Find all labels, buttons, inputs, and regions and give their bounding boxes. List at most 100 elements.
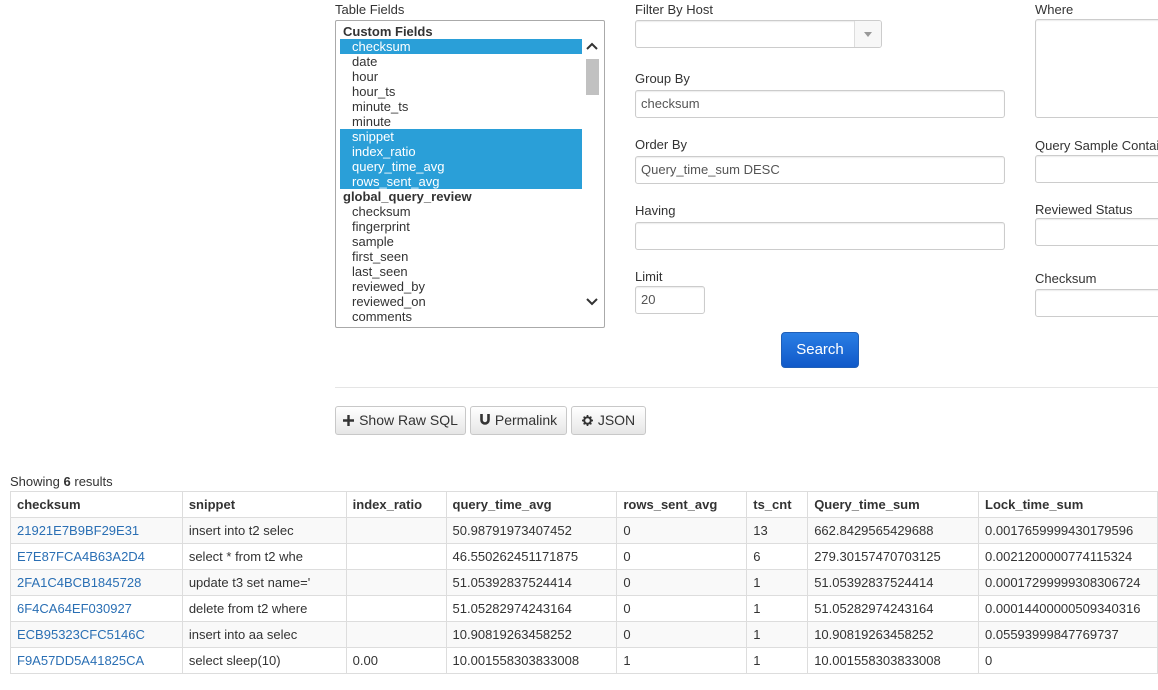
field-option[interactable]: reviewed_by xyxy=(340,279,582,294)
table-cell: 10.001558303833008 xyxy=(445,647,618,674)
table-cell: 0.00017299999308306724 xyxy=(978,569,1158,596)
table-cell: 0.0021200000774115324 xyxy=(978,543,1158,570)
field-option[interactable]: checksum xyxy=(340,204,582,219)
table-cell: 21921E7B9BF29E31 xyxy=(10,517,183,544)
table-cell: 2FA1C4BCB1845728 xyxy=(10,569,183,596)
scroll-down-arrow-icon[interactable] xyxy=(586,295,598,307)
field-option[interactable]: date xyxy=(340,54,582,69)
reviewed-status-select[interactable] xyxy=(1035,218,1158,246)
reviewed-status-label: Reviewed Status xyxy=(1035,202,1133,217)
table-cell: 0.00014400000509340316 xyxy=(978,595,1158,622)
where-textarea[interactable] xyxy=(1035,19,1158,118)
field-option[interactable]: first_seen xyxy=(340,249,582,264)
table-cell: delete from t2 where xyxy=(181,595,347,622)
checksum-label: Checksum xyxy=(1035,271,1097,286)
table-cell: F9A57DD5A41825CA xyxy=(10,647,183,674)
plus-icon xyxy=(343,407,355,434)
table-row: 6F4CA64EF030927 delete from t2 where 51.05… xyxy=(10,595,1158,622)
column-header[interactable]: query_time_avg xyxy=(445,491,618,518)
table-cell: 1 xyxy=(746,647,809,674)
table-cell: 0.0017659999430179596 xyxy=(978,517,1158,544)
checksum-link[interactable]: E7E87FCA4B63A2D4 xyxy=(17,549,145,564)
field-option[interactable]: query_time_avg xyxy=(340,159,582,174)
table-cell: select * from t2 whe xyxy=(181,543,347,570)
table-cell: 13 xyxy=(746,517,809,544)
field-option[interactable]: index_ratio xyxy=(340,144,582,159)
limit-label: Limit xyxy=(635,269,663,284)
search-button[interactable]: Search xyxy=(781,332,859,368)
field-option[interactable]: last_seen xyxy=(340,264,582,279)
filter-by-host-label: Filter By Host xyxy=(635,2,714,17)
table-cell: 0.05593999847769737 xyxy=(978,621,1158,648)
checksum-link[interactable]: ECB95323CFC5146C xyxy=(17,627,145,642)
filter-by-host-select[interactable] xyxy=(635,20,882,48)
column-header[interactable]: checksum xyxy=(10,491,183,518)
column-header[interactable]: rows_sent_avg xyxy=(616,491,748,518)
limit-input[interactable]: 20 xyxy=(635,286,705,314)
field-option[interactable]: sample xyxy=(340,234,582,249)
permalink-label: Permalink xyxy=(494,412,558,428)
field-option[interactable]: rows_sent_avg xyxy=(340,174,582,189)
permalink-button[interactable]: Permalink xyxy=(470,406,567,435)
scroll-up-arrow-icon[interactable] xyxy=(586,41,598,53)
fields-scroll-thumb[interactable] xyxy=(586,59,599,95)
table-cell xyxy=(345,543,447,570)
table-cell xyxy=(345,517,447,544)
field-option[interactable]: fingerprint xyxy=(340,219,582,234)
table-row: ECB95323CFC5146C insert into aa selec 10.9… xyxy=(10,621,1158,648)
table-cell: 279.30157470703125 xyxy=(807,543,980,570)
field-option[interactable]: comments xyxy=(340,309,582,324)
table-cell xyxy=(345,569,447,596)
section-divider xyxy=(335,387,1158,388)
checksum-link[interactable]: F9A57DD5A41825CA xyxy=(17,653,144,668)
table-cell: 10.90819263458252 xyxy=(807,621,980,648)
column-header[interactable]: Query_time_sum xyxy=(807,491,980,518)
having-input[interactable] xyxy=(635,222,1005,250)
json-button[interactable]: JSON xyxy=(571,406,646,435)
table-cell: 51.05392837524414 xyxy=(807,569,980,596)
gear-icon xyxy=(581,407,593,434)
column-header[interactable]: ts_cnt xyxy=(746,491,809,518)
table-cell: 662.8429565429688 xyxy=(807,517,980,544)
table-cell: 46.550262451171875 xyxy=(445,543,618,570)
checksum-link[interactable]: 21921E7B9BF29E31 xyxy=(17,523,139,538)
field-option[interactable]: reviewed_on xyxy=(340,294,582,309)
magnet-icon xyxy=(480,407,490,434)
results-body: 21921E7B9BF29E31 insert into t2 selec 50.9… xyxy=(10,517,1158,674)
results-count: Showing 6 results xyxy=(10,474,113,489)
checksum-link[interactable]: 2FA1C4BCB1845728 xyxy=(17,575,141,590)
field-option[interactable]: snippet xyxy=(340,129,582,144)
checksum-input[interactable] xyxy=(1035,289,1158,317)
order-by-input[interactable]: Query_time_sum DESC xyxy=(635,156,1005,184)
table-cell: 0.00 xyxy=(345,647,447,674)
field-option[interactable]: hour xyxy=(340,69,582,84)
having-label: Having xyxy=(635,203,676,218)
table-fields-select[interactable]: Custom Fields checksum date hour hour_ts minu… xyxy=(335,20,605,328)
table-cell: insert into aa selec xyxy=(181,621,347,648)
table-cell xyxy=(345,595,447,622)
checksum-link[interactable]: 6F4CA64EF030927 xyxy=(17,601,132,616)
column-header[interactable]: Lock_time_sum xyxy=(978,491,1158,518)
table-row: 21921E7B9BF29E31 insert into t2 selec 50.9… xyxy=(10,517,1158,544)
query-sample-contains-input[interactable] xyxy=(1035,155,1158,183)
table-cell: 10.001558303833008 xyxy=(807,647,980,674)
table-cell: 0 xyxy=(616,595,748,622)
table-cell: 10.90819263458252 xyxy=(445,621,618,648)
table-cell: 0 xyxy=(616,543,748,570)
field-option[interactable]: minute_ts xyxy=(340,99,582,114)
field-option[interactable]: hour_ts xyxy=(340,84,582,99)
fields-scrollbar[interactable] xyxy=(585,57,600,301)
table-cell: 1 xyxy=(616,647,748,674)
chevron-down-icon[interactable] xyxy=(854,21,881,47)
table-cell: 51.05392837524414 xyxy=(445,569,618,596)
table-cell: ECB95323CFC5146C xyxy=(10,621,183,648)
group-by-input[interactable]: checksum xyxy=(635,90,1005,118)
field-option[interactable]: checksum xyxy=(340,39,582,54)
group-by-label: Group By xyxy=(635,71,690,86)
column-header[interactable]: index_ratio xyxy=(345,491,447,518)
column-header[interactable]: snippet xyxy=(181,491,347,518)
show-raw-sql-button[interactable]: Show Raw SQL xyxy=(335,406,466,435)
field-option[interactable]: minute xyxy=(340,114,582,129)
table-cell: 51.05282974243164 xyxy=(807,595,980,622)
table-cell: select sleep(10) xyxy=(181,647,347,674)
